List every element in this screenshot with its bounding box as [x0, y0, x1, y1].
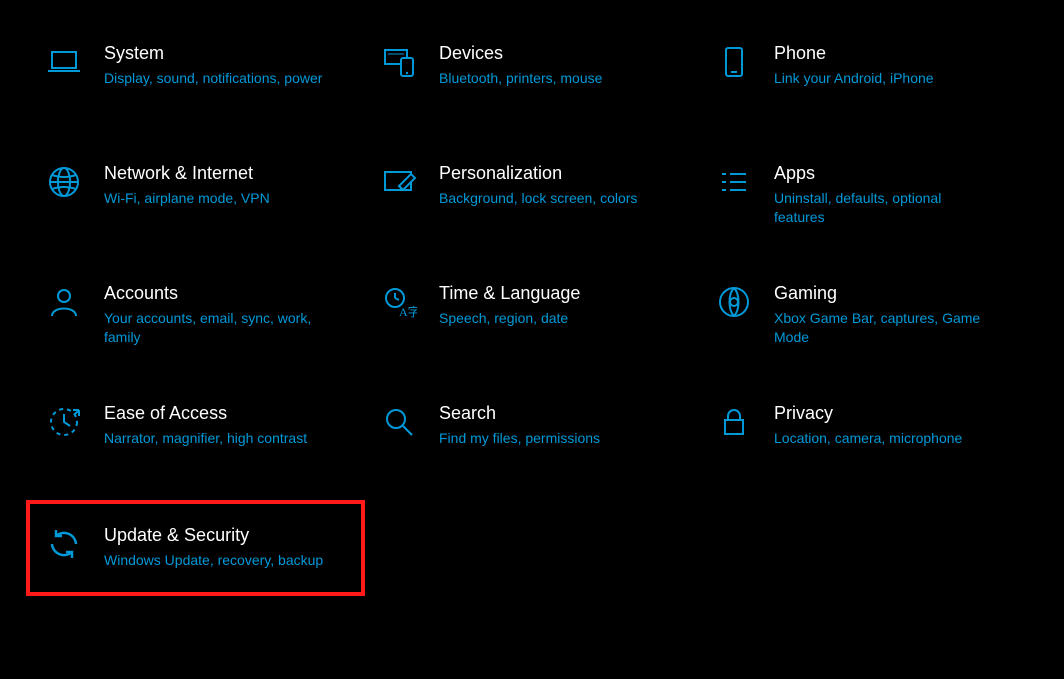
devices-icon — [375, 44, 423, 80]
tile-personalization[interactable]: Personalization Background, lock screen,… — [365, 160, 700, 230]
lock-icon — [710, 404, 758, 440]
tile-devices[interactable]: Devices Bluetooth, printers, mouse — [365, 40, 700, 110]
tile-desc: Narrator, magnifier, high contrast — [104, 429, 307, 448]
tile-search[interactable]: Search Find my files, permissions — [365, 400, 700, 470]
settings-grid: System Display, sound, notifications, po… — [0, 0, 1064, 592]
tile-time-language[interactable]: Time & Language Speech, region, date — [365, 280, 700, 350]
tile-title: Personalization — [439, 162, 637, 185]
tile-desc: Display, sound, notifications, power — [104, 69, 322, 88]
tile-title: Gaming — [774, 282, 994, 305]
gaming-icon — [710, 284, 758, 320]
tile-network[interactable]: Network & Internet Wi-Fi, airplane mode,… — [30, 160, 365, 230]
tile-desc: Windows Update, recovery, backup — [104, 551, 323, 570]
ease-icon — [40, 404, 88, 440]
tile-phone[interactable]: Phone Link your Android, iPhone — [700, 40, 1035, 110]
personalize-icon — [375, 164, 423, 200]
tile-desc: Location, camera, microphone — [774, 429, 962, 448]
tile-update-security[interactable]: Update & Security Windows Update, recove… — [26, 500, 365, 596]
tile-desc: Your accounts, email, sync, work, family — [104, 309, 324, 347]
tile-title: System — [104, 42, 322, 65]
tile-desc: Find my files, permissions — [439, 429, 600, 448]
phone-icon — [710, 44, 758, 80]
tile-title: Devices — [439, 42, 602, 65]
tile-apps[interactable]: Apps Uninstall, defaults, optional featu… — [700, 160, 1035, 230]
globe-icon — [40, 164, 88, 200]
tile-title: Search — [439, 402, 600, 425]
tile-accounts[interactable]: Accounts Your accounts, email, sync, wor… — [30, 280, 365, 350]
tile-desc: Link your Android, iPhone — [774, 69, 934, 88]
tile-desc: Bluetooth, printers, mouse — [439, 69, 602, 88]
tile-system[interactable]: System Display, sound, notifications, po… — [30, 40, 365, 110]
tile-privacy[interactable]: Privacy Location, camera, microphone — [700, 400, 1035, 470]
tile-gaming[interactable]: Gaming Xbox Game Bar, captures, Game Mod… — [700, 280, 1035, 350]
tile-desc: Background, lock screen, colors — [439, 189, 637, 208]
tile-title: Privacy — [774, 402, 962, 425]
apps-icon — [710, 164, 758, 200]
tile-title: Network & Internet — [104, 162, 270, 185]
person-icon — [40, 284, 88, 320]
tile-desc: Wi-Fi, airplane mode, VPN — [104, 189, 270, 208]
tile-desc: Xbox Game Bar, captures, Game Mode — [774, 309, 994, 347]
tile-title: Phone — [774, 42, 934, 65]
tile-title: Time & Language — [439, 282, 580, 305]
search-icon — [375, 404, 423, 440]
tile-ease-of-access[interactable]: Ease of Access Narrator, magnifier, high… — [30, 400, 365, 470]
tile-title: Accounts — [104, 282, 324, 305]
tile-title: Apps — [774, 162, 994, 185]
update-icon — [40, 526, 88, 562]
tile-desc: Speech, region, date — [439, 309, 580, 328]
tile-desc: Uninstall, defaults, optional features — [774, 189, 994, 227]
time-language-icon — [375, 284, 423, 320]
tile-title: Update & Security — [104, 524, 323, 547]
tile-title: Ease of Access — [104, 402, 307, 425]
laptop-icon — [40, 44, 88, 80]
